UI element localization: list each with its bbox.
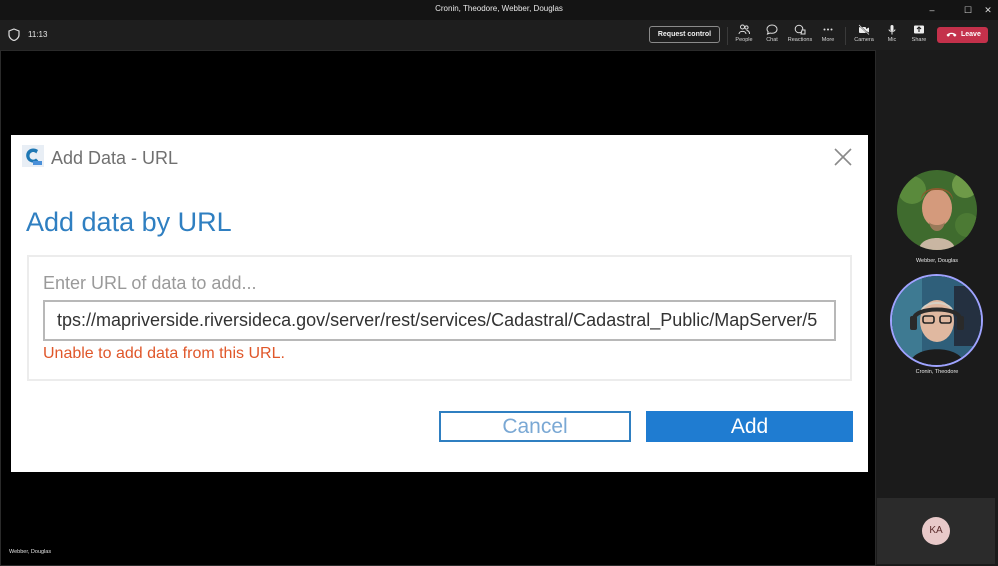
more-label: More — [821, 37, 835, 43]
reactions-label: Reactions — [787, 37, 813, 43]
chat-label: Chat — [766, 37, 778, 43]
chat-icon — [766, 24, 778, 35]
people-button[interactable]: People — [730, 23, 758, 49]
participant-photo — [892, 276, 981, 365]
people-icon — [738, 24, 750, 35]
camera-label: Camera — [854, 37, 874, 43]
toolbar-divider — [845, 27, 846, 45]
mic-icon — [888, 25, 896, 35]
camera-button[interactable]: Camera — [850, 23, 878, 49]
camera-icon — [858, 24, 870, 35]
mic-label: Mic — [887, 37, 897, 43]
mic-button[interactable]: Mic — [878, 23, 906, 49]
leave-label: Leave — [961, 31, 981, 38]
dialog-heading: Add data by URL — [26, 207, 232, 237]
meeting-timer: 11:13 — [28, 30, 48, 39]
leave-button[interactable]: Leave — [937, 27, 988, 43]
dialog-window-title: Add Data - URL — [51, 148, 179, 168]
avatar[interactable] — [897, 170, 977, 250]
reactions-button[interactable]: Reactions — [786, 23, 814, 49]
request-control-button[interactable]: Request control — [649, 26, 720, 43]
participant-photo — [897, 170, 977, 250]
meeting-toolbar: 11:13 Request control People Chat Reacti… — [0, 20, 998, 50]
participant-name: Webber, Douglas — [915, 258, 959, 264]
avatar[interactable] — [890, 274, 983, 367]
more-icon — [823, 28, 833, 31]
more-button[interactable]: More — [814, 23, 842, 49]
share-label: Share — [911, 37, 927, 43]
add-button[interactable]: Add — [646, 411, 853, 442]
error-message: Unable to add data from this URL. — [43, 345, 285, 362]
phone-hangup-icon — [946, 32, 957, 37]
chat-button[interactable]: Chat — [758, 23, 786, 49]
share-icon — [914, 25, 924, 34]
people-label: People — [735, 37, 753, 43]
avatar-initials: KA — [922, 517, 950, 545]
close-window-button[interactable]: ✕ — [976, 0, 998, 20]
minimize-button[interactable]: – — [920, 0, 944, 20]
reactions-icon — [794, 24, 806, 35]
presenter-name: Webber, Douglas — [9, 549, 52, 555]
share-button[interactable]: Share — [905, 23, 933, 49]
app-logo-icon — [22, 145, 44, 167]
participant-name: Cronin, Theodore — [915, 369, 959, 375]
close-icon[interactable] — [832, 146, 854, 168]
window-title: Cronin, Theodore, Webber, Douglas — [435, 4, 563, 13]
url-input[interactable]: tps://mapriverside.riversideca.gov/serve… — [43, 300, 836, 341]
cancel-button[interactable]: Cancel — [439, 411, 631, 442]
window-title-bar: Cronin, Theodore, Webber, Douglas – ☐ ✕ — [0, 0, 998, 20]
url-hint-label: Enter URL of data to add... — [43, 273, 257, 293]
shield-icon — [8, 28, 20, 41]
toolbar-divider — [727, 27, 728, 45]
